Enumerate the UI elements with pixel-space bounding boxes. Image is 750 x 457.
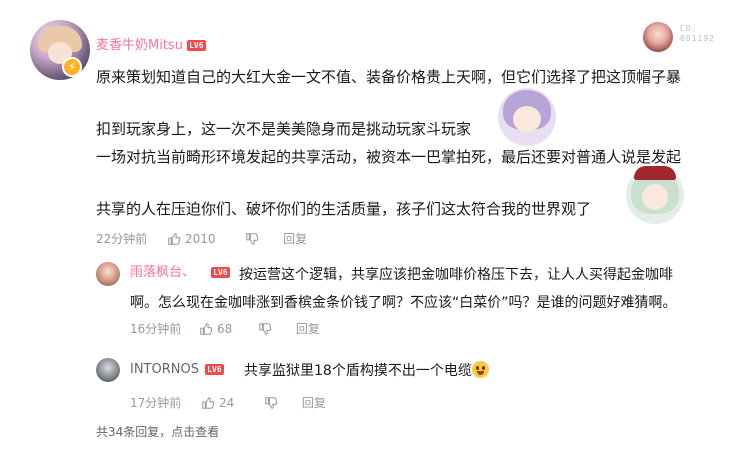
reply-time: 16分钟前 xyxy=(130,321,182,336)
like-count: 24 xyxy=(218,395,235,410)
like-button[interactable]: 24 xyxy=(201,395,234,411)
comment-meta: 22分钟前 2010 回复 xyxy=(96,230,307,247)
level-badge: LV6 xyxy=(205,364,224,375)
thumbs-up-icon[interactable] xyxy=(167,232,181,246)
thumbs-down-icon[interactable] xyxy=(258,322,272,336)
reply-meta: 17分钟前 24 回复 xyxy=(130,394,326,411)
reply-meta: 16分钟前 68 回复 xyxy=(130,320,320,337)
reply-user-avatar[interactable] xyxy=(96,262,120,286)
total-replies: 共34条回复， xyxy=(96,425,172,439)
dislike-button[interactable] xyxy=(245,231,259,247)
reply-count-footer: 共34条回复，点击查看 xyxy=(96,424,219,440)
reply-button[interactable]: 回复 xyxy=(302,395,326,411)
reply-text-content: 共享监狱里18个盾构摸不出一个电缆 xyxy=(244,363,472,379)
thumbs-up-icon[interactable] xyxy=(201,396,215,410)
corner-code-line-1: CD. xyxy=(680,24,698,33)
corner-code-line-2: 001192 xyxy=(680,34,715,43)
comment-line: 共享的人在压迫你们、破坏你们的生活质量，孩子们这太符合我的世界观了 xyxy=(96,200,592,218)
view-replies-link[interactable]: 点击查看 xyxy=(171,425,219,439)
reply-button[interactable]: 回复 xyxy=(296,321,320,337)
reply-text: 共享监狱里18个盾构摸不出一个电缆 xyxy=(244,360,489,380)
thumbs-up-icon[interactable] xyxy=(199,322,213,336)
dislike-button[interactable] xyxy=(264,395,278,411)
level-badge: LV6 xyxy=(211,267,230,278)
lightning-badge-icon: ⚡ xyxy=(62,57,82,77)
like-button[interactable]: 68 xyxy=(199,321,232,337)
reply-line: 按运营这个逻辑，共享应该把金咖啡价格压下去，让人人买得起金咖啡 xyxy=(239,267,673,283)
dislike-button[interactable] xyxy=(258,321,272,337)
like-button[interactable]: 2010 xyxy=(167,231,215,247)
comment-line: 原来策划知道自己的大红大金一文不值、装备价格贵上天啊，但它们选择了把这顶帽子暴 xyxy=(96,68,682,86)
reply-author[interactable]: 雨落枫台、 LV6 xyxy=(130,264,230,282)
reply-author[interactable]: INTORNOS LV6 xyxy=(130,361,224,379)
like-count: 2010 xyxy=(184,231,216,246)
thumbs-down-icon[interactable] xyxy=(264,396,278,410)
reply-username[interactable]: INTORNOS xyxy=(130,362,199,377)
sticker-image xyxy=(626,166,684,224)
comment-line: 一场对抗当前畸形环境发起的共享活动，被资本一巴掌拍死，最后还要对普通人说是发起 xyxy=(96,148,682,166)
comment-time: 22分钟前 xyxy=(96,231,148,246)
like-count: 68 xyxy=(216,321,233,336)
reply-user-avatar[interactable] xyxy=(96,358,120,382)
comment-line: 扣到玩家身上，这一次不是美美隐身而是挑动玩家斗玩家 xyxy=(96,120,472,138)
corner-decoration-avatar xyxy=(643,22,673,52)
wow-emoji-icon xyxy=(471,361,489,378)
level-badge: LV6 xyxy=(187,40,206,51)
sticker-image xyxy=(498,88,556,146)
reply-time: 17分钟前 xyxy=(130,395,182,410)
corner-code: CD. 001192 xyxy=(680,24,715,44)
reply-button[interactable]: 回复 xyxy=(283,231,307,247)
username[interactable]: 麦香牛奶Mitsu xyxy=(96,38,183,53)
comment-author[interactable]: 麦香牛奶Mitsu LV6 xyxy=(96,37,206,55)
reply-username[interactable]: 雨落枫台、 xyxy=(130,265,195,280)
thumbs-down-icon[interactable] xyxy=(245,232,259,246)
reply-line: 啊。怎么现在金咖啡涨到香槟金条价钱了啊？不应该“白菜价”吗？是谁的问题好难猜啊。 xyxy=(130,295,677,311)
